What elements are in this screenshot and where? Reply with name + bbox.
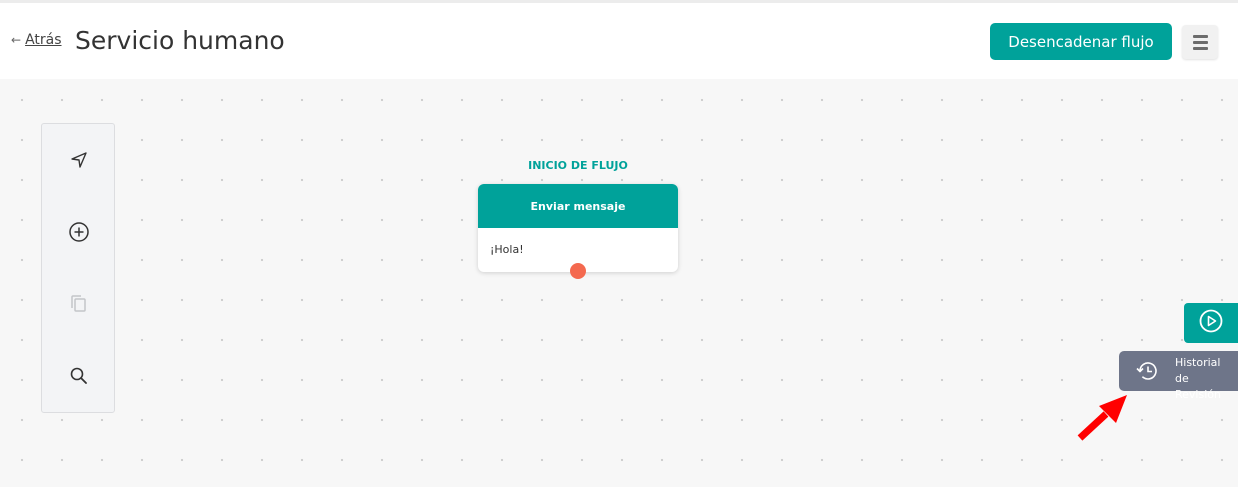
node-connector-handle[interactable]	[570, 263, 586, 279]
navigate-arrow-icon[interactable]	[68, 149, 90, 171]
history-label: Historial de Revisión	[1175, 355, 1238, 403]
trigger-flow-button[interactable]: Desencadenar flujo	[990, 23, 1172, 60]
test-flow-button[interactable]	[1184, 303, 1238, 343]
node-title: Enviar mensaje	[478, 184, 678, 228]
search-icon[interactable]	[68, 365, 90, 387]
history-icon	[1135, 360, 1161, 386]
page-title: Servicio humano	[75, 26, 285, 55]
copy-icon	[68, 293, 90, 315]
flow-canvas[interactable]	[0, 79, 1238, 487]
hamburger-menu-icon[interactable]	[1182, 25, 1218, 59]
annotation-arrow-icon	[1072, 392, 1132, 448]
history-label-line2: de Revisión	[1175, 372, 1221, 401]
canvas-toolbar	[41, 123, 115, 413]
back-link[interactable]: ← Atrás	[11, 32, 62, 48]
flow-start-label: INICIO DE FLUJO	[528, 159, 628, 172]
history-label-line1: Historial	[1175, 356, 1221, 369]
back-arrow-icon: ←	[11, 33, 22, 47]
play-circle-icon	[1198, 308, 1224, 338]
add-circle-icon[interactable]	[68, 221, 90, 243]
revision-history-button[interactable]: Historial de Revisión	[1119, 351, 1238, 401]
send-message-node[interactable]: Enviar mensaje ¡Hola!	[478, 184, 678, 279]
back-link-label[interactable]: Atrás	[25, 32, 61, 48]
page-header: ← Atrás Servicio humano Desencadenar flu…	[0, 3, 1238, 79]
